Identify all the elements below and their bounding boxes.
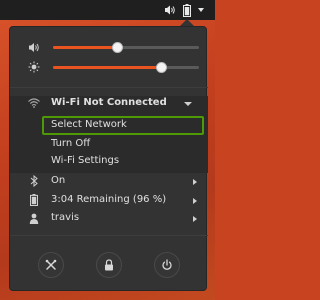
top-panel: [0, 0, 215, 20]
battery-icon: [28, 193, 40, 206]
user-icon: [28, 212, 40, 224]
brightness-slider-handle[interactable]: [156, 62, 168, 73]
brightness-slider-fill: [53, 66, 162, 69]
bluetooth-label[interactable]: On: [51, 175, 65, 186]
select-network-label: Select Network: [51, 119, 127, 130]
lock-button[interactable]: [96, 252, 122, 278]
chevron-down-icon[interactable]: [184, 102, 192, 106]
battery-icon[interactable]: [181, 3, 193, 17]
brightness-icon: [27, 61, 41, 73]
power-button[interactable]: [154, 252, 180, 278]
user-name-label[interactable]: travis: [51, 212, 79, 223]
volume-slider-handle[interactable]: [112, 42, 124, 53]
wifi-icon: [27, 97, 41, 109]
chevron-right-icon[interactable]: [193, 198, 197, 204]
power-icon: [162, 259, 172, 270]
volume-icon[interactable]: [163, 3, 177, 17]
separator: [10, 235, 208, 236]
settings-button[interactable]: [38, 252, 64, 278]
wifi-settings-item[interactable]: Wi-Fi Settings: [51, 155, 119, 166]
lock-icon: [105, 259, 113, 271]
volume-slider-fill: [53, 46, 118, 49]
chevron-right-icon[interactable]: [193, 179, 197, 185]
chevron-right-icon[interactable]: [193, 216, 197, 222]
bluetooth-icon: [28, 175, 40, 187]
system-menu: Wi-Fi Not Connected Select Network Turn …: [9, 26, 208, 291]
wifi-section: Wi-Fi Not Connected Select Network Turn …: [10, 96, 208, 173]
volume-slider[interactable]: [53, 42, 199, 53]
menu-pointer: [180, 19, 194, 26]
brightness-slider[interactable]: [53, 62, 199, 73]
wifi-status-title[interactable]: Wi-Fi Not Connected: [51, 97, 167, 108]
tools-icon: [45, 259, 57, 270]
dropdown-arrow-icon[interactable]: [196, 3, 206, 17]
separator: [10, 87, 208, 88]
volume-icon: [27, 41, 41, 53]
battery-status-label[interactable]: 3:04 Remaining (96 %): [51, 194, 166, 205]
turn-off-item[interactable]: Turn Off: [51, 138, 90, 149]
select-network-item[interactable]: Select Network: [42, 116, 204, 135]
